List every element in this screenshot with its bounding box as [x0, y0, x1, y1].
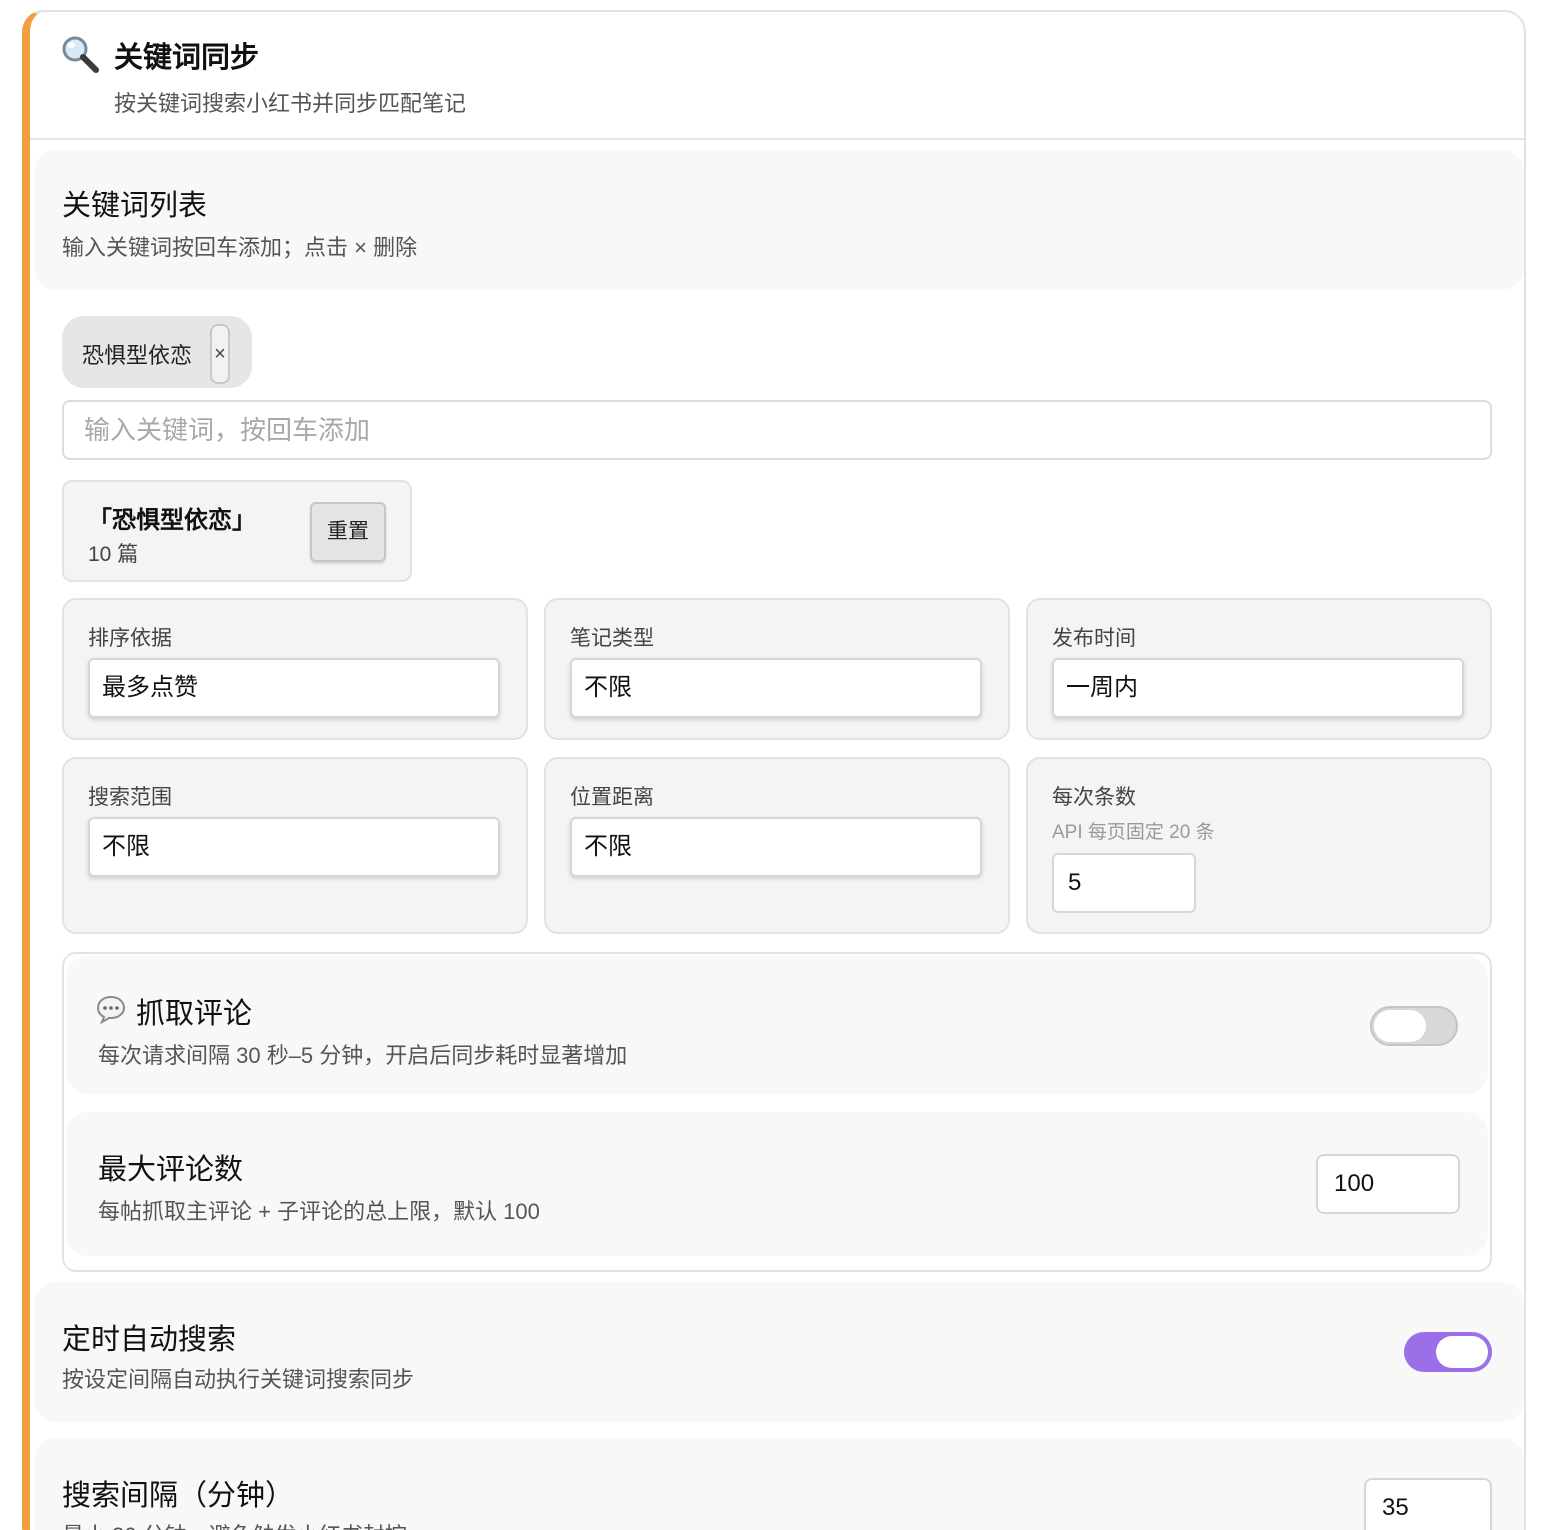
publish-time-label: 发布时间 [1052, 627, 1136, 650]
search-scope-label: 搜索范围 [88, 786, 172, 809]
sort-field: 排序依据 最多点赞 [62, 598, 528, 740]
sort-label: 排序依据 [88, 627, 172, 650]
interval-input[interactable]: 35 [1364, 1478, 1492, 1530]
location-label: 位置距离 [570, 786, 654, 809]
interval-section: 搜索间隔（分钟） 最小 30 分钟，避免触发小红书封控 35 [34, 1438, 1524, 1530]
location-field: 位置距离 不限 [544, 757, 1010, 934]
comments-box: 抓取评论 每次请求间隔 30 秒–5 分钟，开启后同步耗时显著增加 最大评论数 … [62, 952, 1492, 1272]
search-scope-field: 搜索范围 不限 [62, 757, 528, 934]
note-type-field: 笔记类型 不限 [544, 598, 1010, 740]
per-batch-input[interactable]: 5 [1052, 853, 1196, 913]
note-type-select[interactable]: 不限 [570, 658, 982, 718]
interval-title: 搜索间隔（分钟） [62, 1480, 295, 1512]
per-batch-field: 每次条数 API 每页固定 20 条 5 [1026, 757, 1492, 934]
search-scope-select[interactable]: 不限 [88, 817, 500, 877]
location-select[interactable]: 不限 [570, 817, 982, 877]
per-batch-label: 每次条数 [1052, 786, 1136, 809]
comments-toggle[interactable] [1370, 1006, 1458, 1046]
auto-search-toggle[interactable] [1404, 1332, 1492, 1372]
max-comments-input[interactable]: 100 [1316, 1154, 1460, 1214]
toggle-knob [1436, 1336, 1488, 1368]
reset-button[interactable]: 重置 [310, 502, 386, 562]
keyword-stat-count: 10 篇 [88, 543, 139, 566]
page-title: 关键词同步 [114, 42, 260, 74]
keywords-description: 输入关键词按回车添加；点击 × 删除 [62, 235, 418, 260]
comments-title: 抓取评论 [136, 998, 253, 1030]
keyword-stat-name: 「恐惧型依恋」 [88, 507, 256, 534]
toggle-knob [1374, 1010, 1426, 1042]
keywords-title: 关键词列表 [62, 190, 208, 222]
keyword-input[interactable] [62, 400, 1492, 460]
max-comments-row: 最大评论数 每帖抓取主评论 + 子评论的总上限，默认 100 100 [66, 1112, 1488, 1256]
sort-select[interactable]: 最多点赞 [88, 658, 500, 718]
auto-search-description: 按设定间隔自动执行关键词搜索同步 [62, 1367, 415, 1392]
interval-description: 最小 30 分钟，避免触发小红书封控 [62, 1518, 407, 1530]
card-header: 关键词同步 按关键词搜索小红书并同步匹配笔记 [30, 12, 1524, 140]
keyword-stat-card: 「恐惧型依恋」 10 篇 重置 [62, 480, 412, 582]
comments-row: 抓取评论 每次请求间隔 30 秒–5 分钟，开启后同步耗时显著增加 [66, 956, 1488, 1094]
auto-search-section: 定时自动搜索 按设定间隔自动执行关键词搜索同步 [34, 1282, 1524, 1422]
max-comments-description: 每帖抓取主评论 + 子评论的总上限，默认 100 [98, 1199, 540, 1224]
auto-search-title: 定时自动搜索 [62, 1324, 237, 1356]
publish-time-field: 发布时间 一周内 [1026, 598, 1492, 740]
note-type-label: 笔记类型 [570, 627, 654, 650]
keyword-sync-card: 关键词同步 按关键词搜索小红书并同步匹配笔记 关键词列表 输入关键词按回车添加；… [22, 10, 1526, 1530]
publish-time-select[interactable]: 一周内 [1052, 658, 1464, 718]
comments-description: 每次请求间隔 30 秒–5 分钟，开启后同步耗时显著增加 [98, 1043, 628, 1068]
keyword-chip-label: 恐惧型依恋 [82, 343, 193, 368]
page-subtitle: 按关键词搜索小红书并同步匹配笔记 [114, 91, 467, 116]
speech-bubble-icon [96, 995, 126, 1024]
keyword-chip: 恐惧型依恋 × [62, 316, 252, 388]
magnifier-icon [62, 36, 99, 73]
per-batch-hint: API 每页固定 20 条 [1052, 822, 1215, 843]
keywords-section: 关键词列表 输入关键词按回车添加；点击 × 删除 [34, 150, 1524, 290]
remove-keyword-button[interactable]: × [210, 324, 230, 384]
max-comments-title: 最大评论数 [98, 1154, 244, 1186]
